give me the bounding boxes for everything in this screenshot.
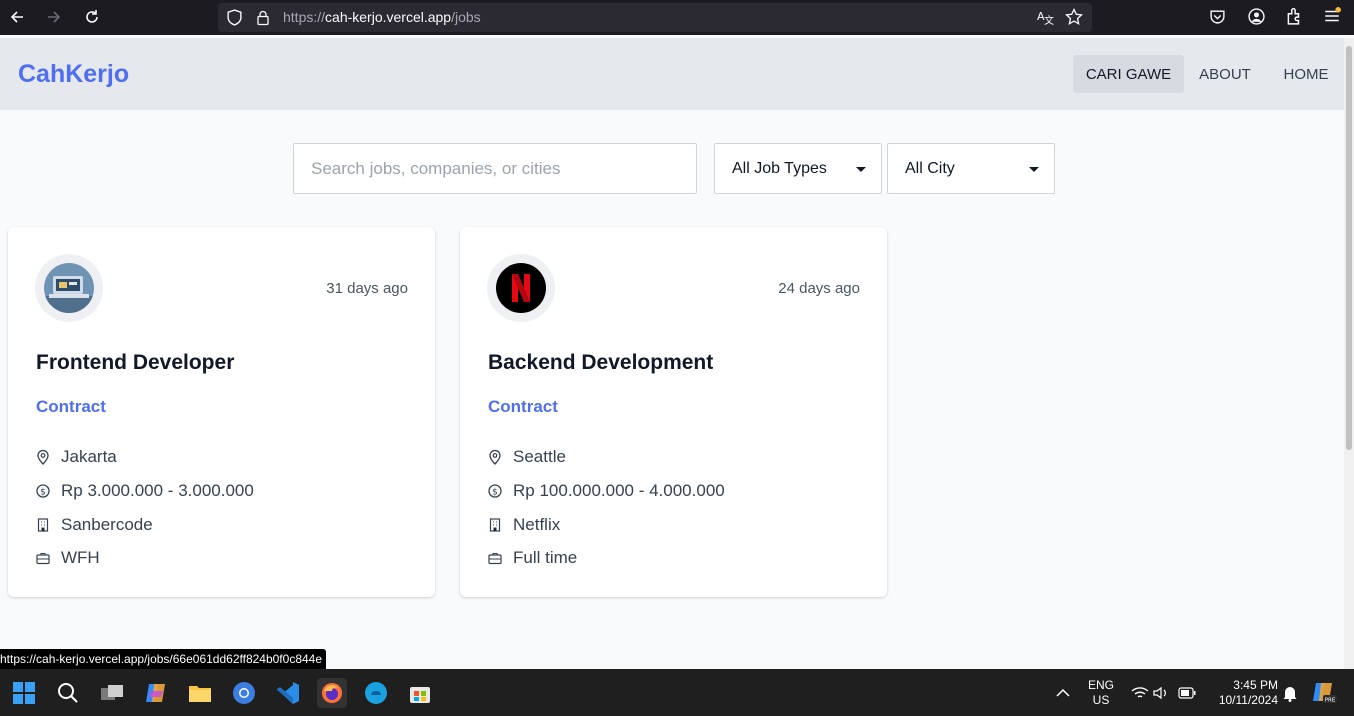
briefcase-icon xyxy=(36,552,50,565)
city-select-value: All City xyxy=(905,160,955,177)
browser-toolbar: https://cah-kerjo.vercel.app/jobs A文 xyxy=(0,0,1354,35)
clock-time: 3:45 PM xyxy=(1233,678,1278,692)
copilot-pre-icon[interactable]: PRE xyxy=(1310,678,1340,708)
job-work-mode: Full time xyxy=(488,547,577,569)
work-mode-text: Full time xyxy=(513,548,578,567)
dollar-circle-icon: $ xyxy=(488,484,502,498)
account-icon[interactable] xyxy=(1248,8,1265,30)
reload-icon[interactable] xyxy=(79,4,105,30)
building-icon xyxy=(37,518,49,532)
copilot-icon[interactable] xyxy=(141,678,171,708)
edge-icon[interactable] xyxy=(361,678,391,708)
shield-icon[interactable] xyxy=(226,9,243,31)
salary-text: Rp 100.000.000 - 4.000.000 xyxy=(513,481,725,500)
salary-text: Rp 3.000.000 - 3.000.000 xyxy=(61,481,254,500)
svg-text:文: 文 xyxy=(1044,14,1054,26)
extensions-icon[interactable] xyxy=(1285,7,1303,30)
language-code: ENG xyxy=(1087,678,1114,692)
firefox-icon[interactable] xyxy=(317,678,347,708)
company-text: Sanbercode xyxy=(61,515,153,534)
clock[interactable]: 3:45 PM 10/11/2024 xyxy=(1208,678,1278,708)
work-mode-text: WFH xyxy=(61,548,100,567)
job-work-mode: WFH xyxy=(36,547,100,569)
back-icon[interactable] xyxy=(4,4,30,30)
url-host: cah-kerjo.vercel.app xyxy=(325,9,452,25)
store-icon[interactable] xyxy=(405,678,435,708)
lock-icon[interactable] xyxy=(255,9,271,31)
briefcase-icon xyxy=(488,552,502,565)
job-title[interactable]: Backend Development xyxy=(488,351,713,375)
region-code: US xyxy=(1092,693,1110,707)
bookmark-star-icon[interactable] xyxy=(1065,7,1083,31)
url-scheme: https:// xyxy=(283,9,326,25)
battery-icon[interactable] xyxy=(1172,678,1202,708)
translate-icon[interactable]: A文 xyxy=(1036,8,1054,31)
job-title[interactable]: Frontend Developer xyxy=(36,351,234,375)
caret-down-icon xyxy=(1029,167,1039,172)
vscode-icon[interactable] xyxy=(273,678,303,708)
scrollbar-thumb[interactable] xyxy=(1346,46,1352,450)
posted-date: 24 days ago xyxy=(778,280,860,297)
job-salary: $ Rp 3.000.000 - 3.000.000 xyxy=(36,480,254,502)
location-text: Jakarta xyxy=(61,447,117,466)
search-input[interactable] xyxy=(293,143,697,194)
job-location: Jakarta xyxy=(36,446,117,468)
page-scrollbar[interactable] xyxy=(1344,38,1354,669)
search-icon[interactable] xyxy=(53,678,83,708)
job-type-select[interactable]: All Job Types xyxy=(714,143,882,194)
os-taskbar: ENG US 3:45 PM 10/11/2024 PRE xyxy=(0,669,1354,716)
sanbercode-logo-icon xyxy=(44,263,94,313)
task-view-icon[interactable] xyxy=(97,678,127,708)
chevron-up-icon[interactable] xyxy=(1048,678,1078,708)
language-indicator[interactable]: ENG US xyxy=(1086,678,1116,708)
url-path: /jobs xyxy=(451,9,481,25)
menu-icon[interactable] xyxy=(1323,7,1341,30)
map-pin-icon xyxy=(489,449,501,465)
job-card[interactable]: 24 days ago Backend Development Contract… xyxy=(460,227,887,597)
nav-about[interactable]: ABOUT xyxy=(1190,55,1260,93)
caret-down-icon xyxy=(856,167,866,172)
netflix-logo-icon xyxy=(496,263,546,313)
job-company: Netflix xyxy=(488,514,560,536)
job-type-select-value: All Job Types xyxy=(732,160,827,177)
company-logo xyxy=(487,254,555,322)
map-pin-icon xyxy=(37,449,49,465)
posted-date: 31 days ago xyxy=(326,280,408,297)
company-logo xyxy=(35,254,103,322)
svg-text:$: $ xyxy=(40,488,46,498)
svg-text:PRE: PRE xyxy=(1325,698,1336,704)
company-text: Netflix xyxy=(513,515,561,534)
job-salary: $ Rp 100.000.000 - 4.000.000 xyxy=(488,480,725,502)
link-status-tooltip: https://cah-kerjo.vercel.app/jobs/66e061… xyxy=(0,649,327,669)
job-company: Sanbercode xyxy=(36,514,153,536)
site-header: CahKerjo CARI GAWE ABOUT HOME xyxy=(0,38,1344,110)
address-bar[interactable]: https://cah-kerjo.vercel.app/jobs A文 xyxy=(218,3,1092,32)
clock-date: 10/11/2024 xyxy=(1218,693,1278,707)
job-type-badge: Contract xyxy=(488,397,558,416)
brand-logo[interactable]: CahKerjo xyxy=(18,60,129,89)
job-card[interactable]: 31 days ago Frontend Developer Contract … xyxy=(8,227,435,597)
svg-text:$: $ xyxy=(492,488,498,498)
job-type-badge: Contract xyxy=(36,397,106,416)
url-text[interactable]: https://cah-kerjo.vercel.app/jobs xyxy=(283,9,481,25)
windows-start-icon[interactable] xyxy=(9,678,39,708)
forward-icon[interactable] xyxy=(41,4,67,30)
notification-bell-icon[interactable] xyxy=(1275,678,1305,708)
location-text: Seattle xyxy=(513,447,566,466)
dollar-circle-icon: $ xyxy=(36,484,50,498)
job-location: Seattle xyxy=(488,446,566,468)
pocket-icon[interactable] xyxy=(1209,8,1226,30)
file-explorer-icon[interactable] xyxy=(185,678,215,708)
nav-home[interactable]: HOME xyxy=(1272,55,1340,93)
city-select[interactable]: All City xyxy=(887,143,1055,194)
nav-cari-gawe[interactable]: CARI GAWE xyxy=(1073,55,1184,93)
chrome-canary-icon[interactable] xyxy=(229,678,259,708)
building-icon xyxy=(489,518,501,532)
